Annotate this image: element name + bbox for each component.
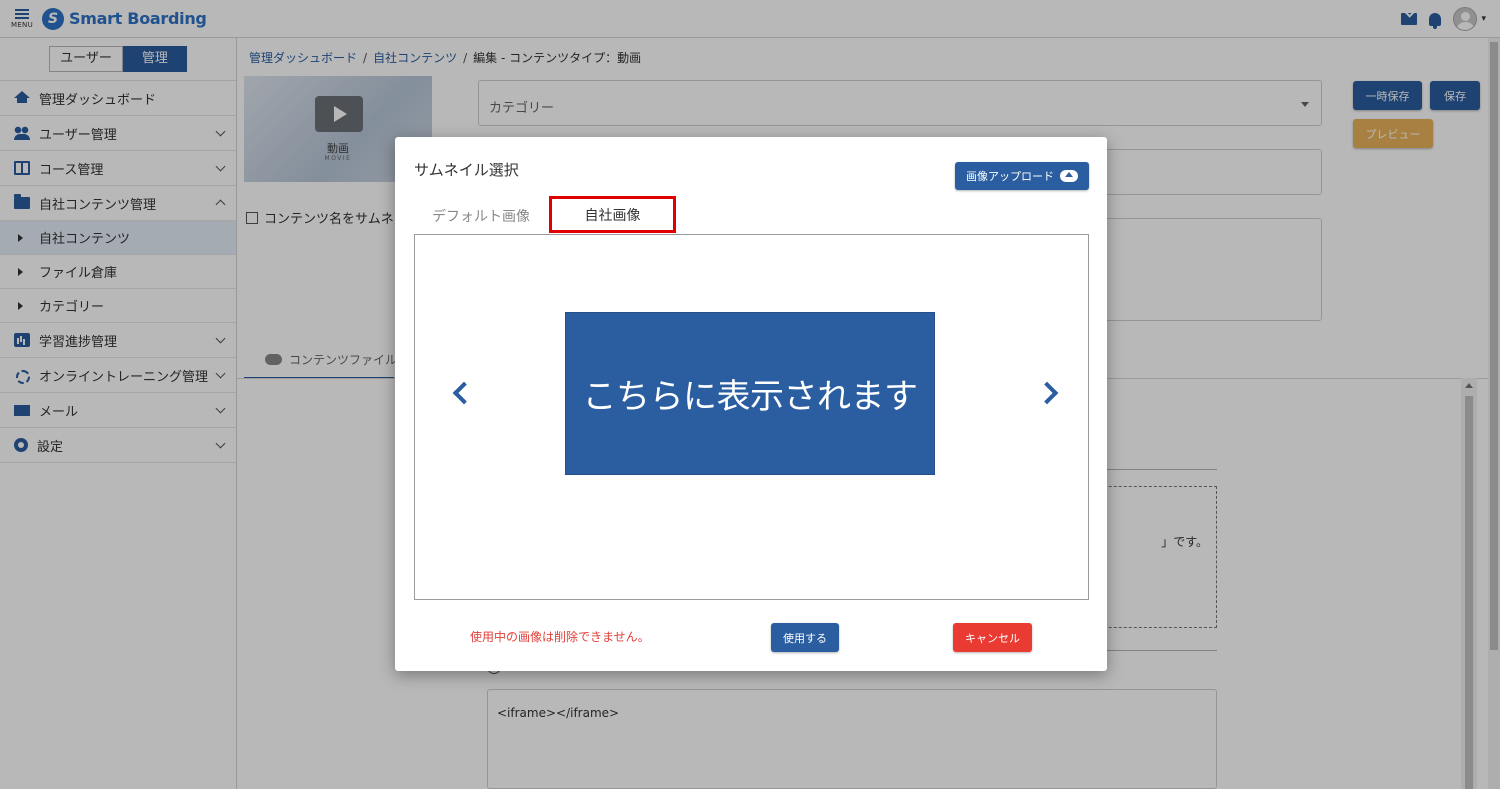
dialog-title: サムネイル選択	[414, 161, 519, 179]
use-button[interactable]: 使用する	[771, 623, 839, 652]
cloud-upload-icon	[1060, 170, 1078, 182]
chevron-left-icon[interactable]	[452, 381, 476, 405]
chevron-right-icon[interactable]	[1035, 381, 1059, 405]
image-upload-button[interactable]: 画像アップロード	[955, 162, 1089, 190]
tab-own-image-label: 自社画像	[584, 207, 641, 224]
image-upload-label: 画像アップロード	[966, 170, 1054, 183]
tab-own-image[interactable]: 自社画像	[549, 196, 676, 233]
slide-text: こちらに表示されます	[582, 377, 919, 417]
carousel-slide[interactable]: こちらに表示されます	[565, 312, 935, 475]
thumbnail-select-dialog: サムネイル選択 画像アップロード デフォルト画像 自社画像 こちらに表示されます…	[395, 137, 1107, 671]
cancel-button[interactable]: キャンセル	[953, 623, 1032, 652]
warning-text: 使用中の画像は削除できません。	[470, 630, 650, 644]
tab-default-image[interactable]: デフォルト画像	[432, 206, 530, 226]
image-carousel: こちらに表示されます	[414, 234, 1089, 600]
